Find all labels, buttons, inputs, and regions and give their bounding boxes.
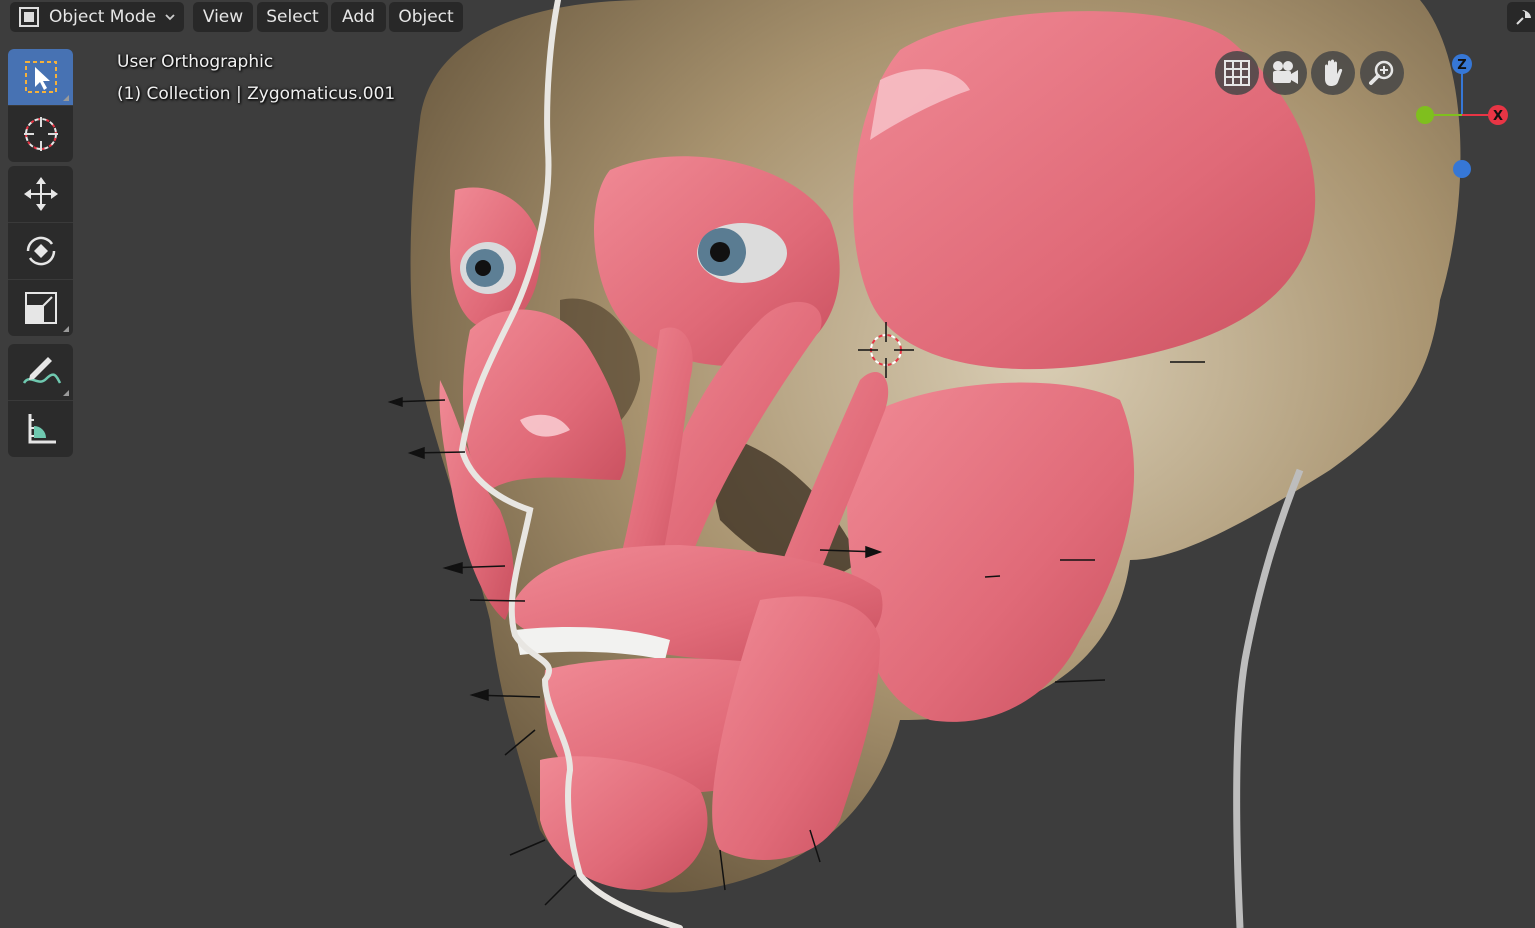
visibility-pin-icon [1516, 10, 1531, 25]
tool-select-box[interactable] [8, 49, 73, 105]
neck-curve [1233, 468, 1304, 928]
scale-icon [24, 292, 57, 324]
zoom-view-button[interactable] [1360, 51, 1404, 95]
x-axis-label: X [1493, 109, 1503, 124]
menu-select[interactable]: Select [257, 2, 328, 32]
measure-ruler-icon [28, 414, 56, 444]
move-icon [23, 177, 58, 211]
toolbar-group-transform [8, 166, 73, 336]
3d-viewport[interactable]: Object Mode View Select Add Object User … [0, 0, 1535, 928]
tool-move[interactable] [8, 166, 73, 222]
zoom-magnifier-icon [1369, 60, 1394, 85]
tool-scale[interactable] [8, 279, 73, 336]
chevron-down-icon [165, 14, 175, 21]
axis-orientation-gizmo[interactable]: Z X [1410, 50, 1525, 180]
mode-selector[interactable]: Object Mode [10, 2, 184, 32]
viewport-header: Object Mode View Select Add Object [0, 0, 1535, 34]
menu-view[interactable]: View [193, 2, 253, 32]
z-axis-label: Z [1457, 58, 1466, 73]
neg-z-axis-handle [1453, 160, 1471, 178]
view-name-label: User Orthographic [117, 52, 274, 72]
tool-annotate[interactable] [8, 344, 73, 400]
masseter-muscle [847, 382, 1135, 722]
scene-render [387, 0, 1461, 928]
pan-hand-icon [1325, 59, 1343, 86]
toolbar-group-select [8, 49, 73, 162]
rotate-icon [26, 236, 55, 266]
cursor-select-icon [24, 61, 57, 93]
tool-measure[interactable] [8, 400, 73, 457]
camera-view-button[interactable] [1263, 51, 1307, 95]
toggle-grid-button[interactable] [1215, 51, 1259, 95]
menu-object[interactable]: Object [389, 2, 463, 32]
tool-cursor[interactable] [8, 105, 73, 162]
tool-rotate[interactable] [8, 222, 73, 279]
viewport-shading-button[interactable] [1507, 2, 1535, 32]
3d-cursor-icon [23, 117, 58, 151]
grid-toggle-icon [1224, 60, 1250, 86]
menu-add[interactable]: Add [331, 2, 386, 32]
toolbar-group-annotate [8, 344, 73, 457]
object-mode-icon [19, 7, 39, 27]
active-object-label: (1) Collection | Zygomaticus.001 [117, 84, 396, 104]
annotate-pencil-icon [22, 357, 61, 384]
camera-view-icon [1273, 61, 1298, 84]
pan-view-button[interactable] [1311, 51, 1355, 95]
mode-label: Object Mode [49, 7, 157, 27]
y-axis-handle [1416, 106, 1434, 124]
